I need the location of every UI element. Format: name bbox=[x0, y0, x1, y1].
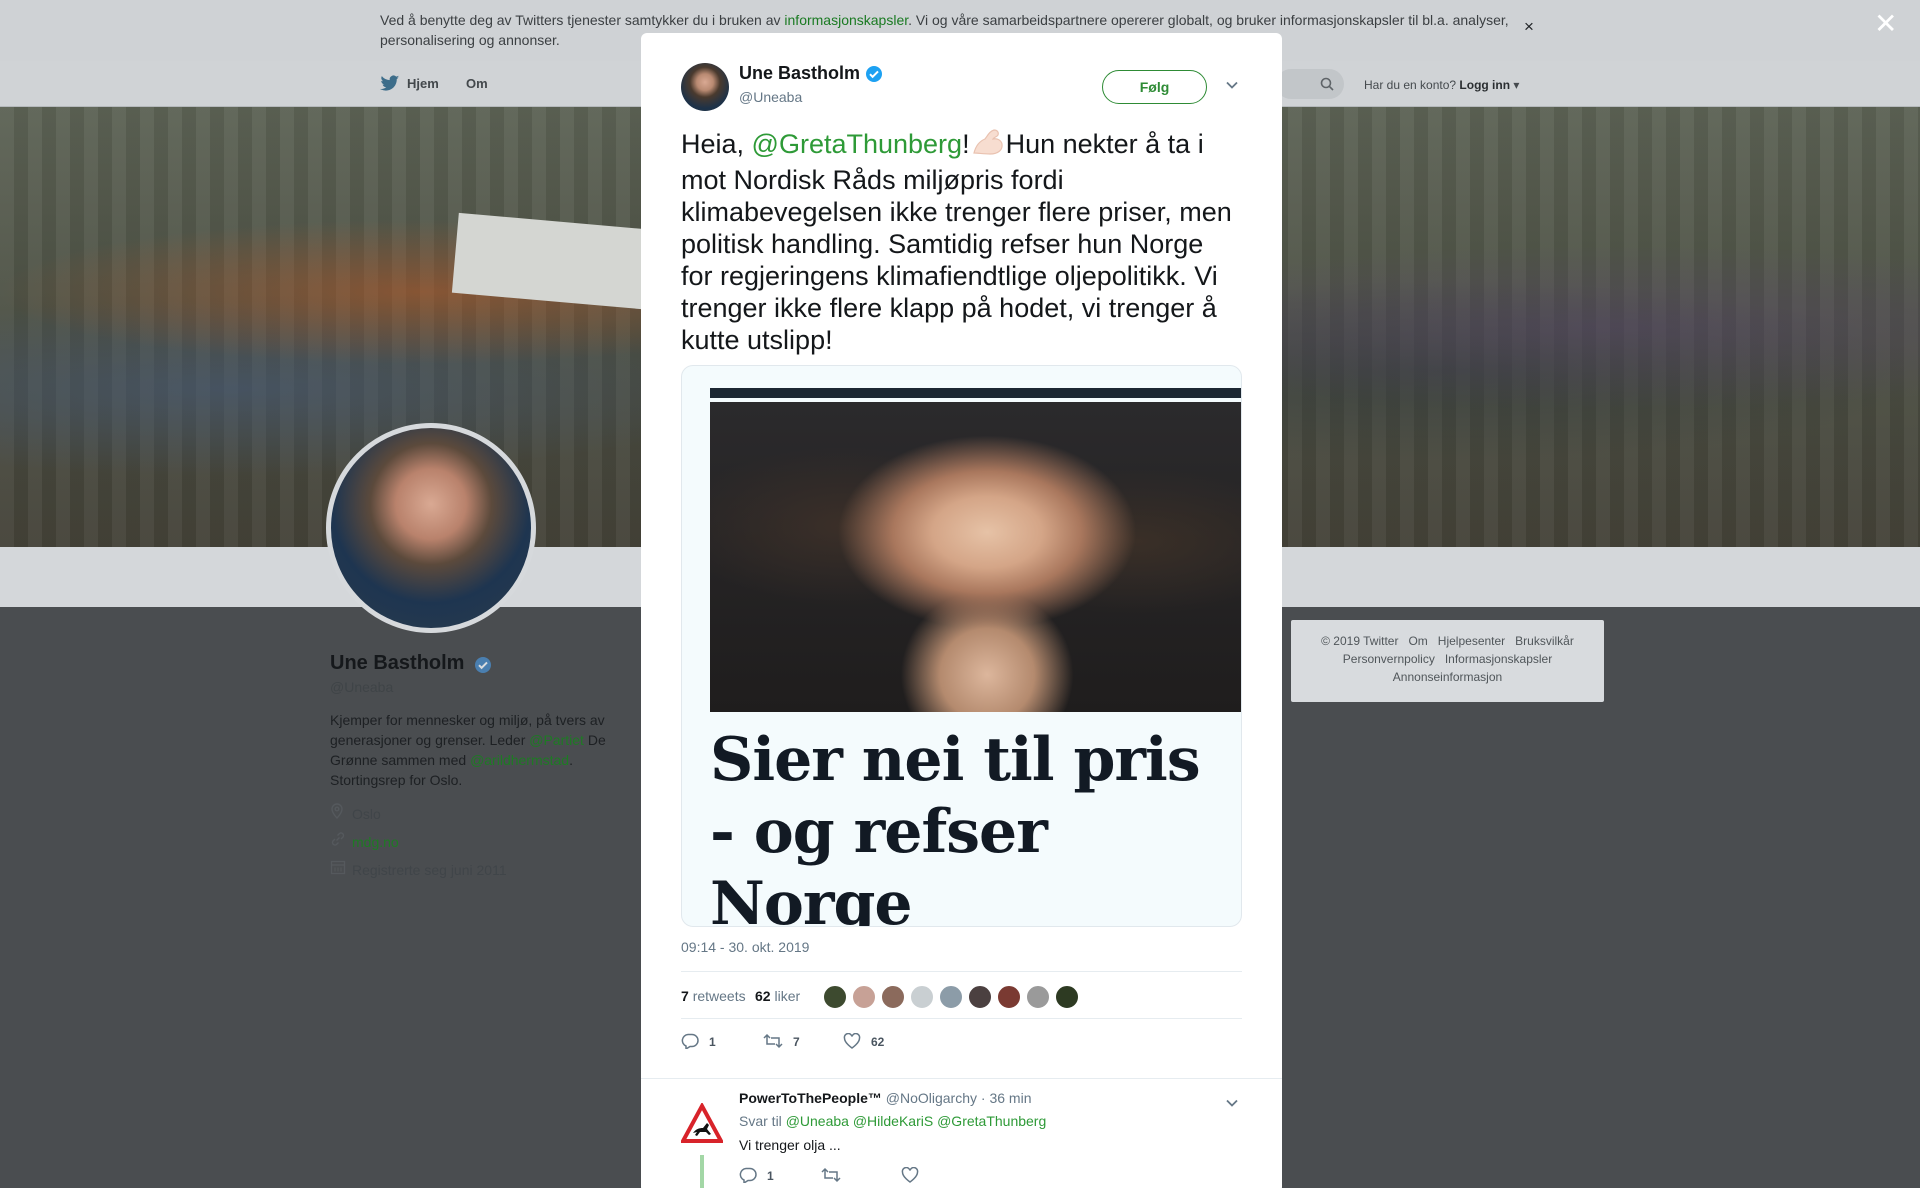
like-button[interactable] bbox=[901, 1166, 929, 1183]
tweet-modal: Une Bastholm @Uneaba Følg Heia, @GretaTh… bbox=[641, 33, 1282, 1188]
login-button[interactable]: Logg inn bbox=[1459, 78, 1510, 92]
like-button[interactable]: 62 bbox=[843, 1032, 884, 1049]
profile-name: Une Bastholm bbox=[330, 652, 465, 674]
cookie-link[interactable]: informasjonskapsler bbox=[784, 12, 908, 28]
chevron-down-icon[interactable] bbox=[1225, 1095, 1239, 1113]
author-name[interactable]: Une Bastholm bbox=[739, 63, 860, 84]
profile-bio: Kjemper for mennesker og miljø, på tvers… bbox=[330, 712, 606, 788]
footer-links: © 2019 Twitter Om Hjelpesenter Bruksvilkår … bbox=[1291, 620, 1604, 702]
liker-avatar[interactable] bbox=[881, 985, 905, 1009]
reply-author-name[interactable]: PowerToThePeople™ bbox=[739, 1090, 882, 1106]
search-input[interactable] bbox=[1276, 69, 1344, 99]
footer-link: © 2019 Twitter bbox=[1321, 634, 1399, 648]
media-photo bbox=[710, 402, 1241, 712]
banner-sign bbox=[451, 212, 649, 310]
likes-stat[interactable]: 62 liker bbox=[755, 988, 800, 1004]
reply-time[interactable]: · 36 min bbox=[981, 1090, 1032, 1106]
reply-to-mention[interactable]: @Uneaba bbox=[786, 1113, 849, 1129]
bio-mention[interactable]: @Partiet bbox=[529, 732, 584, 748]
location-pin-icon bbox=[330, 803, 352, 822]
footer-link[interactable]: Om bbox=[1408, 634, 1427, 648]
profile-location: Oslo bbox=[330, 803, 381, 822]
heart-icon bbox=[843, 1032, 861, 1049]
retweets-stat[interactable]: 7 retweets bbox=[681, 988, 746, 1004]
retweet-icon bbox=[821, 1167, 841, 1183]
media-divider bbox=[710, 388, 1241, 398]
tweet-mention[interactable]: @GretaThunberg bbox=[752, 129, 963, 159]
nav-about[interactable]: Om bbox=[466, 76, 488, 91]
media-headline: Sier nei til pris - og refser Norge bbox=[710, 725, 1201, 927]
verified-badge-icon bbox=[865, 65, 883, 88]
flexed-biceps-icon bbox=[970, 125, 1006, 164]
twitter-bird-icon[interactable] bbox=[380, 75, 400, 97]
reply-to: Svar til @Uneaba @HildeKariS @GretaThunb… bbox=[739, 1113, 1047, 1129]
reply-icon bbox=[739, 1167, 757, 1185]
footer-link[interactable]: Personvernpolicy bbox=[1343, 652, 1435, 666]
liker-avatar[interactable] bbox=[997, 985, 1021, 1009]
follow-button[interactable]: Følg bbox=[1102, 70, 1207, 104]
reply-header: PowerToThePeople™ @NoOligarchy · 36 min bbox=[739, 1090, 1031, 1106]
author-handle[interactable]: @Uneaba bbox=[739, 89, 802, 105]
retweet-button[interactable] bbox=[821, 1167, 851, 1183]
footer-link[interactable]: Hjelpesenter bbox=[1438, 634, 1505, 648]
chevron-down-icon[interactable] bbox=[1225, 77, 1239, 95]
reply-text: Vi trenger olja ... bbox=[739, 1137, 841, 1153]
retweet-button[interactable]: 7 bbox=[763, 1033, 800, 1049]
liker-avatar[interactable] bbox=[939, 985, 963, 1009]
verified-badge-icon bbox=[474, 656, 492, 679]
profile-website: mdg.no bbox=[330, 831, 399, 850]
heart-icon bbox=[901, 1166, 919, 1183]
cookie-close-button[interactable]: × bbox=[1524, 17, 1534, 37]
reply-icon bbox=[681, 1033, 699, 1051]
reply-tweet[interactable]: PowerToThePeople™ @NoOligarchy · 36 min … bbox=[641, 1078, 1282, 1188]
footer-link[interactable]: Bruksvilkår bbox=[1515, 634, 1574, 648]
footer-link[interactable]: Annonseinformasjon bbox=[1393, 670, 1502, 684]
reply-to-mention[interactable]: @GretaThunberg bbox=[937, 1113, 1046, 1129]
bio-mention[interactable]: @arildhermstad bbox=[470, 752, 569, 768]
link-icon bbox=[330, 831, 352, 850]
liker-avatar[interactable] bbox=[910, 985, 934, 1009]
reply-author-handle[interactable]: @NoOligarchy bbox=[886, 1090, 977, 1106]
reply-to-mention[interactable]: @HildeKariS bbox=[853, 1113, 933, 1129]
liker-avatar[interactable] bbox=[1026, 985, 1050, 1009]
nav-home[interactable]: Hjem bbox=[407, 76, 439, 91]
close-modal-button[interactable]: ✕ bbox=[1874, 10, 1902, 38]
tweet-stats: 7 retweets 62 liker bbox=[681, 971, 1242, 1019]
reply-button[interactable]: 1 bbox=[681, 1033, 716, 1051]
chevron-down-icon: ▾ bbox=[1510, 78, 1520, 92]
warning-sign-icon bbox=[679, 1101, 725, 1143]
search-icon bbox=[1320, 77, 1334, 91]
reply-avatar[interactable] bbox=[679, 1101, 725, 1151]
footer-link[interactable]: Informasjonskapsler bbox=[1445, 652, 1552, 666]
calendar-icon bbox=[330, 859, 352, 878]
thread-line bbox=[700, 1155, 704, 1188]
liker-avatar[interactable] bbox=[852, 985, 876, 1009]
liker-avatar[interactable] bbox=[968, 985, 992, 1009]
tweet-timestamp[interactable]: 09:14 - 30. okt. 2019 bbox=[681, 939, 809, 955]
liker-avatar[interactable] bbox=[1055, 985, 1079, 1009]
website-link[interactable]: mdg.no bbox=[352, 834, 399, 850]
liker-avatar[interactable] bbox=[823, 985, 847, 1009]
reply-button[interactable]: 1 bbox=[739, 1167, 774, 1185]
tweet-media-card[interactable]: Sier nei til pris - og refser Norge bbox=[681, 365, 1242, 927]
login-area: Har du en konto? Logg inn ▾ bbox=[1364, 78, 1520, 92]
profile-avatar[interactable] bbox=[326, 423, 536, 633]
profile-handle: @Uneaba bbox=[330, 679, 394, 695]
tweet-text: Heia, @GretaThunberg! Hun nekter å ta i m… bbox=[681, 125, 1241, 356]
author-avatar[interactable] bbox=[681, 63, 729, 111]
profile-joined: Registrerte seg juni 2011 bbox=[330, 859, 507, 878]
retweet-icon bbox=[763, 1033, 783, 1049]
